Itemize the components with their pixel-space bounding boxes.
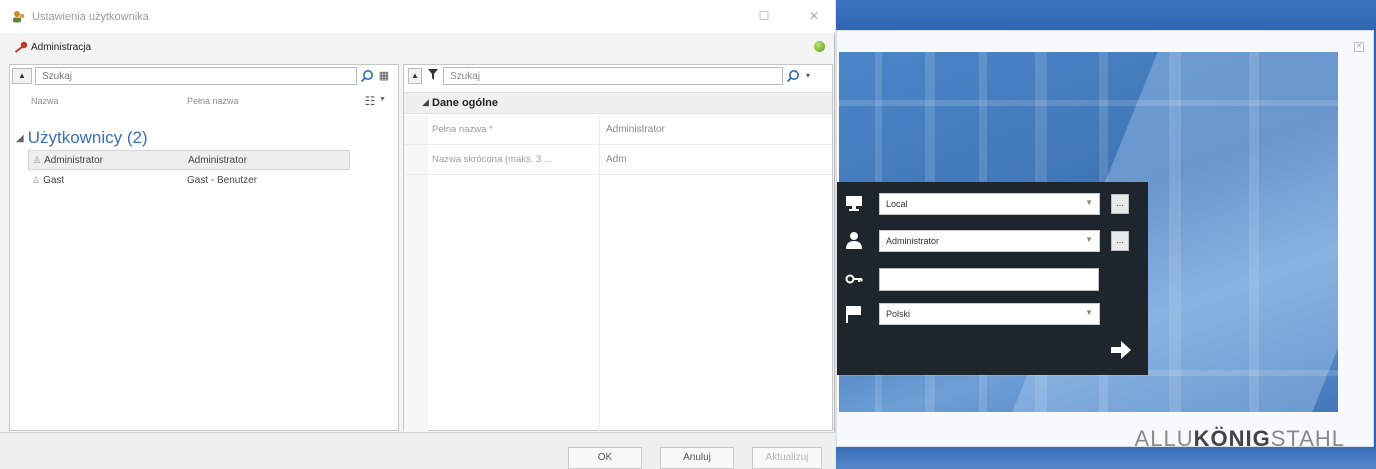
user-settings-dialog: Ustawienia użytkownika ☐ ✕ Administracja… [0,0,835,469]
screen: Ustawienia użytkownika ☐ ✕ Administracja… [0,0,1376,469]
property-value[interactable]: Administrator [606,124,665,135]
user-icon [846,232,862,249]
users-app-icon [13,10,25,22]
close-icon[interactable]: ✕ [1354,42,1364,52]
collapse-up-button[interactable]: ▲ [12,68,32,84]
language-select[interactable]: Polski ▼ [879,303,1100,325]
module-bar: Administracja [0,36,835,58]
filter-icon[interactable] [426,69,440,83]
user-icon: ♙ [33,155,42,165]
chevron-down-icon[interactable]: ▾ [801,69,815,83]
user-value: Administrator [886,236,940,246]
left-search-row: ▲ ▦ [10,65,398,87]
close-button[interactable]: ✕ [806,8,822,24]
user-name: Administrator [44,155,103,166]
password-field[interactable] [879,268,1099,291]
language-value: Polski [886,309,911,319]
apply-button[interactable]: Aktualizuj [752,447,822,469]
login-top-strip [836,0,1376,30]
chevron-down-icon: ▼ [1085,198,1093,207]
search-icon[interactable] [786,69,800,83]
property-label: Nazwa skrócona (maks. 3 ... [432,154,552,165]
user-fullname: Administrator [188,155,247,166]
group-header-users[interactable]: ◢ Użytkownicy (2) [16,128,148,148]
status-ok-icon [814,41,825,52]
group-collapse-icon[interactable]: ◢ [16,133,24,144]
table-row[interactable]: ♙ Administrator Administrator [28,150,350,170]
column-divider [599,115,600,431]
dialog-title: Ustawienia użytkownika [32,10,149,23]
properties-pane: ▲ ▾ ◢ Dane ogólne Pełna nazwa * Administ… [403,64,833,431]
computer-icon [846,196,862,211]
chevron-down-icon: ▼ [1085,308,1093,317]
section-title: Dane ogólne [432,97,499,109]
property-label: Pełna nazwa * [432,124,493,135]
ok-button[interactable]: OK [568,447,642,469]
login-panel: Local ▼ ... Administrator ▼ ... Polski ▼ [837,182,1148,375]
user-name: Gast [43,175,65,186]
user-select[interactable]: Administrator ▼ [879,230,1100,252]
module-label: Administracja [31,41,92,53]
maximize-button[interactable]: ☐ [756,8,772,24]
user-icon: ♙ [32,175,41,185]
right-search-row: ▲ ▾ [404,65,832,87]
chevron-down-icon[interactable]: ▼ [379,96,386,103]
server-value: Local [886,199,908,209]
property-value[interactable]: Adm [606,154,627,165]
server-more-button[interactable]: ... [1111,194,1129,214]
property-row[interactable]: Nazwa skrócona (maks. 3 ... Adm [404,145,832,175]
login-window: ✕ Local ▼ ... Administrator ▼ ... Polski… [836,0,1376,469]
column-chooser-icon[interactable]: ☷ [363,94,377,108]
collapse-up-button[interactable]: ▲ [408,68,422,84]
chevron-down-icon: ▼ [1085,235,1093,244]
column-name-header[interactable]: Nazwa [31,96,59,106]
login-arrow-button[interactable] [1109,339,1133,361]
title-bar: Ustawienia użytkownika ☐ ✕ [0,0,835,33]
section-general[interactable]: ◢ Dane ogólne [404,92,832,114]
dialog-footer: OK Anuluj Aktualizuj [0,432,835,469]
login-frame: ✕ Local ▼ ... Administrator ▼ ... Polski… [836,30,1374,451]
table-row[interactable]: ♙ Gast Gast - Benutzer [28,171,350,191]
login-bottom-strip [836,447,1376,469]
users-list-pane: ▲ ▦ Nazwa Pełna nazwa ☷ ▼ ◢Użytkownicy (… [9,64,399,431]
grid-view-icon[interactable]: ▦ [377,69,391,83]
key-icon [845,274,863,284]
property-row[interactable]: Pełna nazwa * Administrator [404,115,832,145]
key-icon [14,41,28,53]
right-search-input[interactable] [443,67,783,85]
column-fullname-header[interactable]: Pełna nazwa [187,96,239,106]
left-search-input[interactable] [35,67,357,85]
user-more-button[interactable]: ... [1111,231,1129,251]
flag-icon [846,306,861,323]
user-fullname: Gast - Benutzer [187,175,258,186]
server-select[interactable]: Local ▼ [879,193,1100,215]
section-collapse-icon[interactable]: ◢ [422,97,429,108]
cancel-button[interactable]: Anuluj [660,447,734,469]
search-icon[interactable] [360,69,374,83]
column-headers: Nazwa Pełna nazwa ☷ ▼ [10,91,398,111]
group-label: Użytkownicy (2) [27,128,148,147]
